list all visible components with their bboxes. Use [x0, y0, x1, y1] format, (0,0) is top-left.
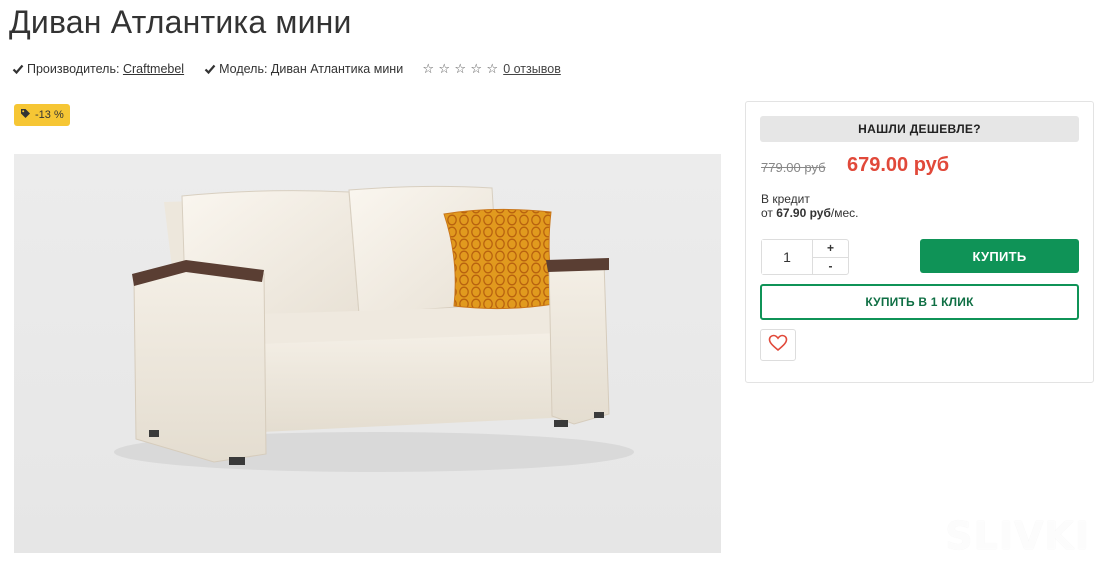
reviews-link[interactable]: 0 отзывов [503, 62, 561, 76]
watermark: SLIVKI [945, 514, 1090, 558]
old-price: 779.00 руб [761, 160, 826, 175]
credit-amount: 67.90 руб [776, 206, 831, 220]
star-outline-icon[interactable]: ☆ [469, 61, 483, 77]
quantity-input[interactable] [762, 240, 813, 274]
star-outline-icon[interactable]: ☆ [421, 61, 435, 77]
sofa-illustration [114, 185, 634, 472]
product-image[interactable] [14, 154, 721, 553]
found-cheaper-button[interactable]: НАШЛИ ДЕШЕВЛЕ? [760, 116, 1079, 142]
discount-badge: -13 % [14, 104, 70, 126]
credit-label: В кредит [761, 192, 810, 206]
quantity-decrease-button[interactable]: - [813, 256, 848, 275]
page-title: Диван Атлантика мини [9, 4, 352, 40]
tag-icon [20, 108, 31, 122]
add-to-wishlist-button[interactable] [760, 329, 796, 361]
star-outline-icon[interactable]: ☆ [437, 61, 451, 77]
credit-from: от [761, 206, 773, 220]
star-outline-icon[interactable]: ☆ [485, 61, 499, 77]
star-outline-icon[interactable]: ☆ [453, 61, 467, 77]
product-meta: Производитель: Craftmebel Модель: Диван … [12, 61, 561, 77]
model-label: Модель: [219, 62, 268, 76]
check-icon [204, 63, 216, 75]
credit-period: /мес. [830, 206, 859, 220]
buy-one-click-button[interactable]: КУПИТЬ В 1 КЛИК [760, 284, 1079, 320]
quantity-increase-button[interactable]: + [813, 240, 848, 257]
manufacturer-label: Производитель: [27, 62, 120, 76]
buy-button[interactable]: КУПИТЬ [920, 239, 1079, 273]
buy-box: НАШЛИ ДЕШЕВЛЕ? 779.00 руб 679.00 руб В к… [745, 101, 1094, 383]
model-value: Диван Атлантика мини [270, 62, 404, 76]
credit-info: от 67.90 руб/мес. [761, 206, 858, 220]
current-price: 679.00 руб [847, 154, 950, 176]
heart-outline-icon [768, 334, 788, 357]
quantity-stepper: + - [761, 239, 849, 275]
manufacturer-link[interactable]: Craftmebel [123, 62, 184, 76]
rating-stars[interactable]: ☆ ☆ ☆ ☆ ☆ [421, 61, 499, 77]
discount-value: -13 % [35, 109, 64, 121]
check-icon [12, 63, 24, 75]
